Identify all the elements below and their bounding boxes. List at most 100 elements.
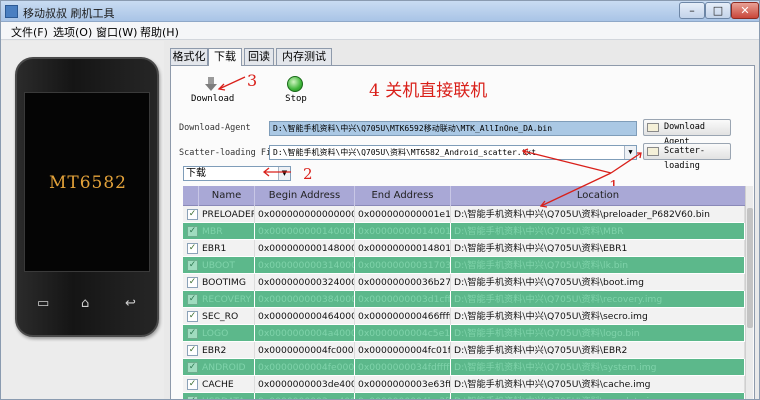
phone-menu-icon: ▭ xyxy=(37,296,50,311)
window-title: 移动叔叔 刷机工具 xyxy=(23,7,115,20)
cell-begin-address: 0x0000000004640000 xyxy=(255,308,355,325)
cell-end-address: 0x00000000014001ff xyxy=(355,223,451,240)
cell-location: D:\智能手机资料\中兴\Q705U\资料\EBR2 xyxy=(451,342,745,359)
cell-begin-address: 0x0000000003140000 xyxy=(255,257,355,274)
cell-name: CACHE xyxy=(199,376,255,393)
cell-location: D:\智能手机资料\中兴\Q705U\资料\system.img xyxy=(451,359,745,376)
cell-name: ANDROID xyxy=(199,359,255,376)
table-row[interactable]: ✓ LOGO 0x0000000004a40000 0x0000000004c5e1f… xyxy=(183,325,745,342)
chevron-down-icon[interactable]: ▼ xyxy=(624,146,636,159)
row-checkbox[interactable]: ✓ xyxy=(187,311,198,322)
annotation-2: 2 xyxy=(303,165,313,183)
table-row[interactable]: ✓ MBR 0x0000000001400000 0x00000000014001ff… xyxy=(183,223,745,240)
minimize-button[interactable]: – xyxy=(679,2,705,19)
chevron-down-icon[interactable]: ▼ xyxy=(278,167,290,180)
cell-end-address: 0x000000000317037f xyxy=(355,257,451,274)
table-row[interactable]: ✓ ANDROID 0x0000000004fe0000 0x0000000034fd… xyxy=(183,359,745,376)
cell-begin-address: 0x0000000003240000 xyxy=(255,274,355,291)
table-row[interactable]: ✓ RECOVERY 0x0000000003840000 0x0000000003d… xyxy=(183,291,745,308)
download-arrow-icon xyxy=(205,77,217,91)
table-scrollbar[interactable] xyxy=(745,186,753,399)
menu-help[interactable]: 帮助(H) xyxy=(140,24,179,40)
download-panel: Download Stop 3 4 关机直接联机 Download-Agent … xyxy=(170,65,755,399)
cell-name: SEC_RO xyxy=(199,308,255,325)
cell-begin-address: 0x0000000001400000 xyxy=(255,223,355,240)
row-checkbox[interactable]: ✓ xyxy=(187,362,198,373)
annotation-4: 4 关机直接联机 xyxy=(369,81,488,101)
header-begin-address[interactable]: Begin Address xyxy=(255,186,355,206)
table-row[interactable]: ✓USRDATA0x0000000003ec400000x0000000004b… xyxy=(183,393,745,399)
menu-window[interactable]: 窗口(W) xyxy=(96,24,137,40)
flash-tool-window: 移动叔叔 刷机工具 – □ ✕ 文件(F) 选项(O) 窗口(W) 帮助(H) … xyxy=(0,0,760,400)
partition-table: Name Begin Address End Address Location … xyxy=(183,186,753,399)
download-mode-select[interactable]: 下载 ▼ xyxy=(183,166,291,181)
stop-button[interactable]: Stop xyxy=(281,74,311,106)
menu-file[interactable]: 文件(F) xyxy=(11,24,48,40)
scatter-loading-button[interactable]: Scatter-loading xyxy=(643,143,731,171)
download-button-label: Download xyxy=(191,94,235,104)
cell-location: D:\智能手机资料\中兴\Q705U\资料\lk.bin xyxy=(451,257,745,274)
phone-image: MT6582 ▭ ⌂ ↩ xyxy=(15,57,159,337)
cell-name: MBR xyxy=(199,223,255,240)
cell-name: EBR2 xyxy=(199,342,255,359)
main-area: 格式化 下载 回读 内存测试 Download Stop 3 4 关机直接联机 … xyxy=(164,41,759,399)
cell-end-address: 0x00000000036b273f xyxy=(355,274,451,291)
row-checkbox[interactable]: ✓ xyxy=(187,396,198,399)
table-row[interactable]: ✓ PRELOADER 0x0000000000000000 0x0000000000… xyxy=(183,206,745,223)
scatter-file-value: D:\智能手机资料\中兴\Q705U\资料\MT6582_Android_sca… xyxy=(273,148,537,157)
table-row[interactable]: ✓ EBR2 0x0000000004fc0000 0x0000000004fc01f… xyxy=(183,342,745,359)
table-row[interactable]: ✓CACHE0x0000000003de400000x0000000003e63… xyxy=(183,376,745,393)
download-agent-button[interactable]: Download Agent xyxy=(643,119,731,147)
cell-location: D:\智能手机资料\中兴\Q705U\资料\preloader_P682V60.… xyxy=(451,206,745,223)
row-checkbox[interactable]: ✓ xyxy=(187,277,198,288)
cell-location: D:\智能手机资料\中兴\Q705U\资料\secro.img xyxy=(451,308,745,325)
cell-begin-address: 0x0000000003de40000 xyxy=(255,376,355,393)
maximize-button[interactable]: □ xyxy=(705,2,731,19)
row-checkbox[interactable]: ✓ xyxy=(187,209,198,220)
close-button[interactable]: ✕ xyxy=(731,2,759,19)
scrollbar-thumb[interactable] xyxy=(747,208,753,328)
row-checkbox[interactable]: ✓ xyxy=(187,243,198,254)
cell-name: RECOVERY xyxy=(199,291,255,308)
cell-begin-address: 0x0000000004fe0000 xyxy=(255,359,355,376)
header-end-address[interactable]: End Address xyxy=(355,186,451,206)
tab-format[interactable]: 格式化 xyxy=(170,48,208,65)
cell-end-address: 0x00000000014801ff xyxy=(355,240,451,257)
cell-end-address: 0x0000000004c5e1ff xyxy=(355,325,451,342)
app-icon xyxy=(5,5,18,18)
scatter-file-field[interactable]: D:\智能手机资料\中兴\Q705U\资料\MT6582_Android_sca… xyxy=(269,145,637,160)
cell-location: D:\智能手机资料\中兴\Q705U\资料\userdata.img xyxy=(451,393,745,399)
menu-options[interactable]: 选项(O) xyxy=(53,24,92,40)
header-location[interactable]: Location xyxy=(451,186,745,206)
tab-memory-test[interactable]: 内存测试 xyxy=(276,48,332,65)
cell-end-address: 0x0000000004fc01ff xyxy=(355,342,451,359)
menu-bar: 文件(F) 选项(O) 窗口(W) 帮助(H) xyxy=(1,22,759,40)
table-row[interactable]: ✓ SEC_RO 0x0000000004640000 0x000000000466f… xyxy=(183,308,745,325)
cell-name: PRELOADER xyxy=(199,206,255,223)
row-checkbox[interactable]: ✓ xyxy=(187,345,198,356)
table-row[interactable]: ✓ UBOOT 0x0000000003140000 0x00000000031703… xyxy=(183,257,745,274)
row-checkbox[interactable]: ✓ xyxy=(187,294,198,305)
cell-end-address: 0x0000000034fdffff xyxy=(355,359,451,376)
scatter-loading-button-label: Scatter-loading xyxy=(664,146,705,171)
table-row[interactable]: ✓ EBR1 0x0000000001480000 0x00000000014801f… xyxy=(183,240,745,257)
row-checkbox[interactable]: ✓ xyxy=(187,328,198,339)
download-button[interactable]: Download xyxy=(191,74,235,106)
download-agent-field[interactable]: D:\智能手机资料\中兴\Q705U\MTK6592移动联动\MTK_AllIn… xyxy=(269,121,637,136)
cell-location: D:\智能手机资料\中兴\Q705U\资料\MBR xyxy=(451,223,745,240)
tab-readback[interactable]: 回读 xyxy=(244,48,274,65)
cell-end-address: 0x000000000001e17f xyxy=(355,206,451,223)
row-checkbox[interactable]: ✓ xyxy=(187,226,198,237)
row-checkbox[interactable]: ✓ xyxy=(187,260,198,271)
cell-end-address: 0x000000000466ffff xyxy=(355,308,451,325)
tab-download[interactable]: 下载 xyxy=(208,48,242,66)
header-name[interactable]: Name xyxy=(199,186,255,206)
phone-model-label: MT6582 xyxy=(48,173,127,193)
title-bar[interactable]: 移动叔叔 刷机工具 – □ ✕ xyxy=(1,1,759,22)
cell-begin-address: 0x0000000004fc0000 xyxy=(255,342,355,359)
cell-location: D:\智能手机资料\中兴\Q705U\资料\recovery.img xyxy=(451,291,745,308)
cell-begin-address: 0x0000000004a40000 xyxy=(255,325,355,342)
row-checkbox[interactable]: ✓ xyxy=(187,379,198,390)
cell-name: BOOTIMG xyxy=(199,274,255,291)
table-row[interactable]: ✓ BOOTIMG 0x0000000003240000 0x00000000036b… xyxy=(183,274,745,291)
